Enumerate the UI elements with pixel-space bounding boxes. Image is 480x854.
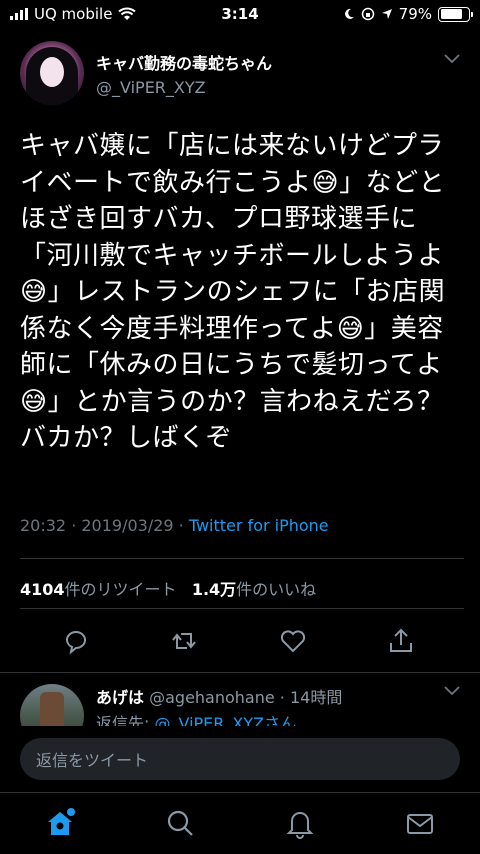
reply-to-line: 返信先: @_ViPER_XYZさん [96,710,296,726]
tweet-meta: 20:32 · 2019/03/29 · Twitter for iPhone [20,516,329,535]
tweet-text: キャバ嬢に「店には来ないけどプライベートで飲み行こうよ😅」などとほざき回すバカ、… [20,131,446,453]
tweet-stats: 4104件のリツイート 1.4万件のいいね [20,576,316,600]
bell-icon[interactable] [284,807,316,839]
divider [20,558,464,559]
battery-percent: 79% [398,5,432,23]
reply-handle-time: @agehanohane · 14時間 [149,688,343,707]
author-handle[interactable]: @_ViPER_XYZ [96,78,272,97]
like-count[interactable]: 1.4万 [192,580,236,599]
tweet-source-link[interactable]: Twitter for iPhone [189,516,329,535]
status-bar: UQ mobile 3:14 79% [0,0,480,30]
share-icon[interactable] [386,626,416,656]
retweet-count[interactable]: 4104 [20,580,65,599]
tweet-actions [0,626,480,662]
orientation-lock-icon [361,7,374,21]
chevron-down-icon[interactable] [444,686,460,696]
tweet-author[interactable]: キャバ勤務の毒蛇ちゃん @_ViPER_XYZ [20,40,464,106]
reply-input[interactable]: 返信をツイート [20,738,460,780]
moon-icon [344,8,354,19]
chevron-down-icon[interactable] [444,54,460,64]
compose-bar: 返信をツイート [0,726,480,792]
reply-to-link[interactable]: @_ViPER_XYZさん [154,714,296,726]
reply-to-prefix: 返信先: [96,714,155,726]
tweet-timestamp: 20:32 · 2019/03/29 · [20,516,189,535]
like-label[interactable]: 件のいいね [236,580,316,599]
divider [20,608,464,609]
mail-icon[interactable] [404,807,436,839]
retweet-icon[interactable] [169,626,199,656]
retweet-label[interactable]: 件のリツイート [65,580,177,599]
battery-icon [438,6,473,22]
tab-bar [0,792,480,854]
author-avatar[interactable] [20,41,84,105]
reply-author-name[interactable]: あげは [96,688,144,707]
author-display-name[interactable]: キャバ勤務の毒蛇ちゃん [96,50,272,74]
reply-icon[interactable] [61,626,91,656]
search-icon[interactable] [164,807,196,839]
reply-header: あげは @agehanohane · 14時間 [96,684,342,708]
home-icon[interactable] [44,807,76,839]
location-icon [381,9,392,19]
reply-avatar[interactable] [20,684,84,726]
heart-icon[interactable] [278,626,308,656]
reply-preview[interactable]: あげは @agehanohane · 14時間 返信先: @_ViPER_XYZ… [20,680,464,726]
divider [0,672,480,673]
